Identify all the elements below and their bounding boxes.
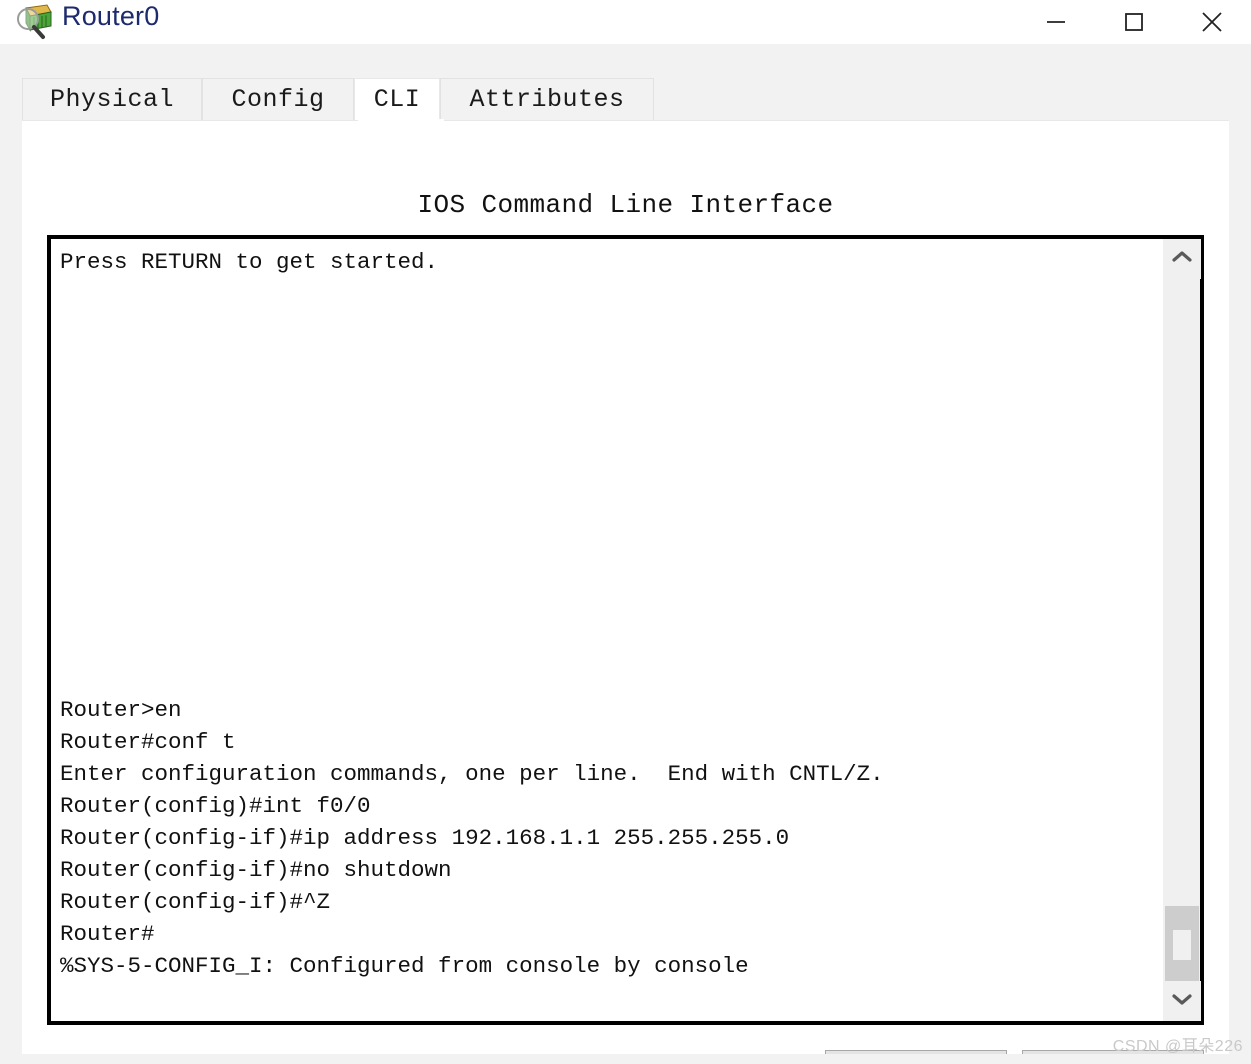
terminal-transcript: Press RETURN to get started. Router>en R… (60, 249, 884, 979)
window-controls (1017, 0, 1251, 44)
active-tab-joint (358, 119, 444, 122)
tab-config[interactable]: Config (202, 78, 354, 120)
tab-cli-label: CLI (373, 85, 421, 114)
tab-config-label: Config (231, 85, 325, 114)
watermark: CSDN @耳朵226 (1112, 1038, 1243, 1055)
cli-tab-page: IOS Command Line Interface Press RETURN … (22, 120, 1229, 1064)
tab-attributes-label: Attributes (469, 85, 625, 114)
terminal-scrollbar[interactable] (1162, 239, 1201, 1021)
close-button[interactable] (1173, 0, 1251, 44)
tab-strip: Physical Config CLI Attributes (22, 78, 654, 120)
window-body: Physical Config CLI Attributes IOS Comma… (0, 44, 1251, 1064)
minimize-button[interactable] (1017, 0, 1095, 44)
terminal-frame: Press RETURN to get started. Router>en R… (47, 235, 1204, 1025)
tab-attributes[interactable]: Attributes (440, 78, 654, 120)
scroll-up-button[interactable] (1163, 239, 1201, 279)
cli-heading: IOS Command Line Interface (417, 190, 834, 220)
window-title: Router0 (62, 1, 160, 31)
device-inspect-icon (14, 2, 54, 40)
chevron-up-icon (1171, 249, 1193, 270)
maximize-button[interactable] (1095, 0, 1173, 44)
scrollbar-thumb[interactable] (1165, 906, 1199, 984)
packet-tracer-device-window: Router0 Physical Config CLI Attributes I… (0, 0, 1251, 1064)
chevron-down-icon (1171, 991, 1193, 1012)
tab-physical[interactable]: Physical (22, 78, 202, 120)
scroll-down-button[interactable] (1163, 981, 1201, 1021)
tab-physical-label: Physical (49, 85, 175, 114)
tab-cli[interactable]: CLI (354, 78, 440, 120)
title-bar: Router0 (0, 0, 1251, 44)
terminal-output[interactable]: Press RETURN to get started. Router>en R… (51, 239, 1170, 1021)
window-bottom-strip (0, 1054, 1251, 1064)
